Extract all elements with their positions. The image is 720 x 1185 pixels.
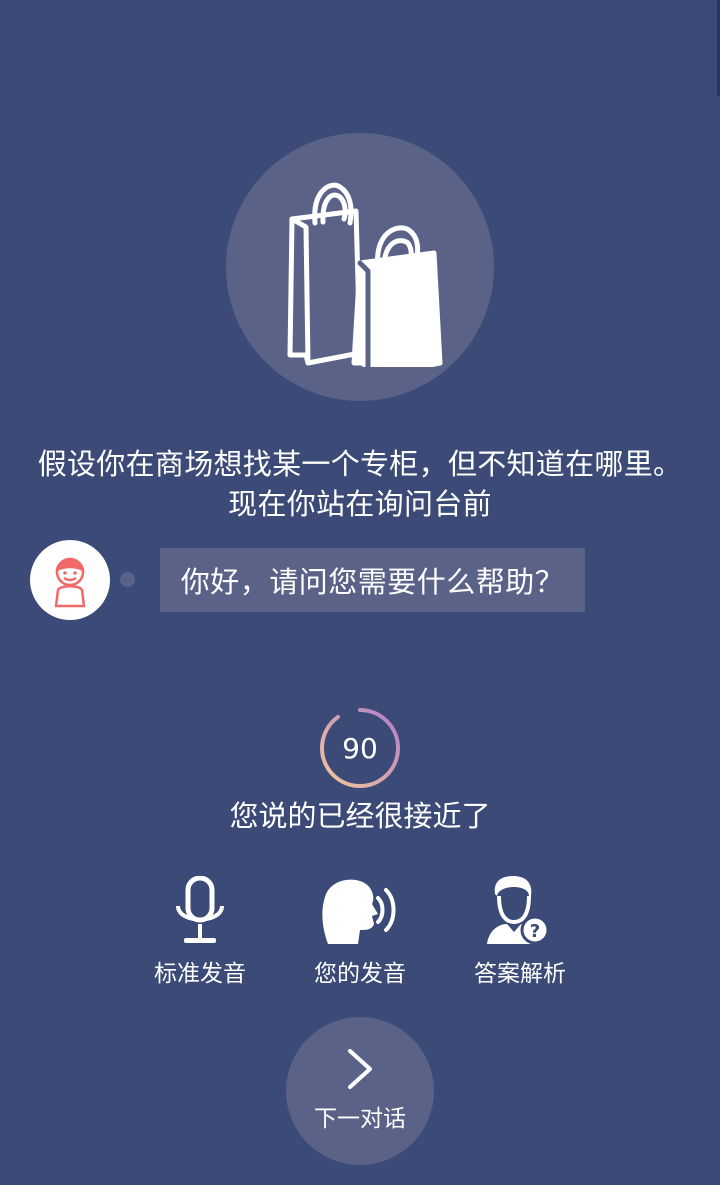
next-dialog-button[interactable]: 下一对话 [286, 1017, 434, 1165]
scenario-line-1: 假设你在商场想找某一个专柜，但不知道在哪里。 [37, 447, 683, 481]
shopping-bags-icon [287, 182, 443, 367]
my-pronunciation-button[interactable]: 您的发音 [290, 872, 430, 988]
score-value: 90 [342, 731, 378, 765]
speaking-head-icon [322, 879, 396, 944]
avatar [30, 540, 110, 620]
chevron-right-icon [348, 1049, 372, 1089]
dialog-bubble[interactable]: 你好，请问您需要什么帮助？ [160, 548, 585, 612]
person-question-icon: ? [487, 876, 550, 945]
dialog-prompt: 你好，请问您需要什么帮助？ [180, 565, 565, 599]
my-pronunciation-label: 您的发音 [314, 961, 406, 987]
scenario-description: 假设你在商场想找某一个专柜，但不知道在哪里。 现在你站在询问台前 [0, 444, 720, 524]
score-ring: 90 [319, 707, 401, 789]
character-avatar-icon [54, 557, 86, 608]
score-feedback: 您说的已经很接近了 [229, 799, 491, 833]
microphone-icon [176, 876, 224, 943]
scenario-line-2: 现在你站在询问台前 [228, 487, 492, 521]
scene-illustration [226, 133, 494, 401]
standard-pronunciation-button[interactable]: 标准发音 [130, 872, 270, 988]
next-dialog-label: 下一对话 [314, 1106, 406, 1132]
answer-analysis-label: 答案解析 [474, 961, 566, 987]
speech-connector-dot [120, 572, 135, 587]
answer-analysis-button[interactable]: ? 答案解析 [450, 872, 590, 988]
svg-text:?: ? [530, 921, 540, 942]
standard-pronunciation-label: 标准发音 [154, 961, 246, 987]
